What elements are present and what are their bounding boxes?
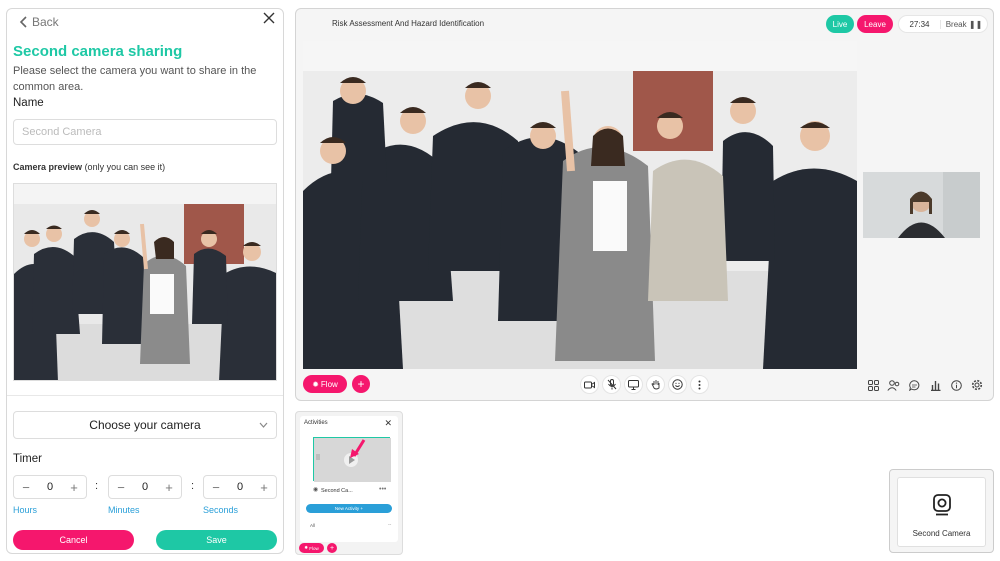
meeting-window: Risk Assessment And Hazard Identificatio…	[295, 8, 994, 401]
activities-title: Activities	[304, 420, 328, 426]
activities-card: Activities ✕ ◉ Second Ca... ••• New Acti…	[300, 416, 398, 542]
pause-icon: ❚❚	[968, 19, 983, 29]
hours-stepper: − 0 +	[13, 475, 87, 499]
more-icon[interactable]	[690, 375, 709, 394]
more-icon[interactable]: •••	[379, 486, 386, 493]
seconds-stepper: − 0 +	[203, 475, 277, 499]
divider	[7, 395, 283, 396]
chevron-left-icon	[19, 16, 27, 28]
leave-button[interactable]: Leave	[857, 15, 893, 33]
camera-preview-image	[13, 183, 277, 381]
decrement-button[interactable]: −	[19, 480, 33, 495]
second-camera-card: Second Camera	[889, 469, 994, 553]
flow-button[interactable]: ✹ Flow	[303, 375, 347, 393]
new-activity-button[interactable]: New Activity +	[306, 504, 392, 513]
decrement-button[interactable]: −	[114, 480, 128, 495]
flow-icon: ✹	[312, 379, 319, 389]
minutes-label: Minutes	[108, 505, 140, 515]
meeting-title: Risk Assessment And Hazard Identificatio…	[332, 19, 485, 28]
increment-button[interactable]: +	[257, 480, 271, 495]
activities-filter-dash: --	[388, 522, 392, 528]
mic-off-icon[interactable]	[602, 375, 621, 394]
back-link[interactable]: Back	[19, 15, 59, 29]
camera-icon[interactable]	[580, 375, 599, 394]
add-button[interactable]: +	[352, 375, 370, 393]
panel-description: Please select the camera you want to sha…	[13, 65, 257, 93]
webcam-icon	[933, 494, 951, 521]
camera-select-label: Choose your camera	[89, 418, 201, 432]
second-camera-label: Second Camera	[912, 529, 971, 538]
chat-icon[interactable]	[906, 377, 922, 393]
minutes-value[interactable]: 0	[142, 481, 148, 493]
name-label: Name	[13, 97, 44, 109]
participants-icon[interactable]	[885, 377, 901, 393]
main-video	[303, 41, 857, 369]
hours-label: Hours	[13, 505, 38, 515]
poll-icon[interactable]	[927, 377, 943, 393]
emoji-icon[interactable]	[668, 375, 687, 394]
camera-small-icon: ◉	[313, 487, 319, 493]
seconds-value[interactable]: 0	[237, 481, 243, 493]
name-input[interactable]	[13, 119, 277, 145]
timer-value: 27:34	[899, 19, 941, 29]
activities-filter-all[interactable]: All	[310, 523, 315, 528]
raise-hand-icon[interactable]	[646, 375, 665, 394]
screen-share-icon[interactable]	[624, 375, 643, 394]
increment-button[interactable]: +	[67, 480, 81, 495]
panel-title: Second camera sharing	[13, 43, 183, 60]
grid-icon[interactable]	[865, 377, 881, 393]
activity-item-label: Second Ca...	[321, 488, 353, 494]
back-label: Back	[32, 15, 59, 29]
close-icon[interactable]: ✕	[384, 418, 392, 429]
activities-panel: Activities ✕ ◉ Second Ca... ••• New Acti…	[295, 411, 403, 555]
save-button[interactable]: Save	[156, 530, 277, 550]
flow-button[interactable]: ✹ Flow	[299, 543, 324, 553]
break-button[interactable]: Break ❚❚	[941, 20, 987, 29]
seconds-label: Seconds	[203, 505, 239, 515]
minutes-stepper: − 0 +	[108, 475, 182, 499]
cancel-button[interactable]: Cancel	[13, 530, 134, 550]
chevron-down-icon	[259, 420, 268, 430]
colon-separator: :	[191, 480, 195, 492]
info-icon[interactable]	[948, 377, 964, 393]
hours-value[interactable]: 0	[47, 481, 53, 493]
add-button[interactable]: +	[327, 543, 337, 553]
timer-label: Timer	[13, 453, 42, 465]
close-icon[interactable]	[263, 11, 275, 29]
increment-button[interactable]: +	[162, 480, 176, 495]
session-timer: 27:34 Break ❚❚	[898, 15, 988, 33]
live-button[interactable]: Live	[826, 15, 854, 33]
camera-select[interactable]: Choose your camera	[13, 411, 277, 439]
activity-thumbnail[interactable]	[313, 437, 391, 482]
colon-separator: :	[95, 480, 99, 492]
camera-preview-label: Camera preview (only you can see it)	[13, 162, 166, 172]
second-camera-panel: Back Second camera sharing Please select…	[6, 8, 284, 554]
settings-icon[interactable]	[969, 377, 985, 393]
decrement-button[interactable]: −	[209, 480, 223, 495]
second-camera-tile[interactable]: Second Camera	[897, 477, 986, 547]
participant-video-thumbnail[interactable]	[863, 172, 980, 238]
